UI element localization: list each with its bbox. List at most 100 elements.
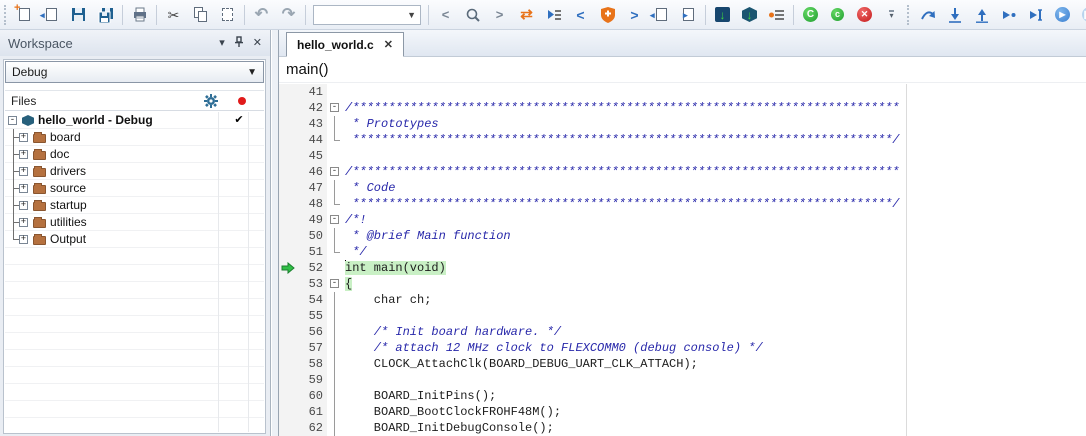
tree-item-source[interactable]: +source xyxy=(5,180,264,197)
run-to-cursor-icon[interactable] xyxy=(1022,2,1049,28)
code-line-47[interactable]: 47 * Code xyxy=(279,180,1086,196)
code-line-48[interactable]: 48 *************************************… xyxy=(279,196,1086,212)
tree-item-utilities[interactable]: +utilities xyxy=(5,214,264,231)
navigate-forward-icon[interactable]: > xyxy=(621,2,648,28)
gutter[interactable]: 54 xyxy=(279,292,327,308)
code-line-49[interactable]: 49-/*! xyxy=(279,212,1086,228)
code-line-41[interactable]: 41 xyxy=(279,84,1086,100)
expand-box-icon[interactable]: + xyxy=(19,201,28,210)
code-line-57[interactable]: 57 /* attach 12 MHz clock to FLEXCOMM0 (… xyxy=(279,340,1086,356)
tree-item-startup[interactable]: +startup xyxy=(5,197,264,214)
gutter[interactable]: 47 xyxy=(279,180,327,196)
search-combobox[interactable]: ▼ xyxy=(313,5,421,25)
tree-item-project[interactable]: -hello_world - Debug✔ xyxy=(5,112,264,129)
stop-build-icon[interactable]: ✕ xyxy=(851,2,878,28)
fold-collapse-icon[interactable]: - xyxy=(330,167,339,176)
code-line-58[interactable]: 58 CLOCK_AttachClk(BOARD_DEBUG_UART_CLK_… xyxy=(279,356,1086,372)
gutter[interactable]: 61 xyxy=(279,404,327,420)
expand-box-icon[interactable]: + xyxy=(19,218,28,227)
code-line-46[interactable]: 46-/************************************… xyxy=(279,164,1086,180)
tree-item-output[interactable]: +Output xyxy=(5,231,264,248)
tree-item-doc[interactable]: +doc xyxy=(5,146,264,163)
fold-collapse-icon[interactable]: - xyxy=(330,103,339,112)
expand-box-icon[interactable]: + xyxy=(19,133,28,142)
copy-icon[interactable] xyxy=(187,2,214,28)
code-line-50[interactable]: 50 * @brief Main function xyxy=(279,228,1086,244)
save-all-icon[interactable] xyxy=(92,2,119,28)
gutter[interactable]: 52 xyxy=(279,260,327,276)
download-and-debug-icon[interactable]: ↓ xyxy=(709,2,736,28)
new-document-icon[interactable]: + xyxy=(11,2,38,28)
code-line-56[interactable]: 56 /* Init board hardware. */ xyxy=(279,324,1086,340)
print-icon[interactable] xyxy=(126,2,153,28)
code-line-42[interactable]: 42-/************************************… xyxy=(279,100,1086,116)
code-line-44[interactable]: 44 *************************************… xyxy=(279,132,1086,148)
step-out-icon[interactable] xyxy=(968,2,995,28)
tab-close-icon[interactable]: ✕ xyxy=(384,38,393,51)
gutter[interactable]: 42 xyxy=(279,100,327,116)
gutter[interactable]: 43 xyxy=(279,116,327,132)
expand-box-icon[interactable]: + xyxy=(19,184,28,193)
find-previous-icon[interactable]: < xyxy=(432,2,459,28)
code-line-52[interactable]: 52int main(void) xyxy=(279,260,1086,276)
gutter[interactable]: 44 xyxy=(279,132,327,148)
paste-icon[interactable] xyxy=(214,2,241,28)
code-line-62[interactable]: 62 BOARD_InitDebugConsole(); xyxy=(279,420,1086,436)
gutter[interactable]: 53 xyxy=(279,276,327,292)
gutter[interactable]: 48 xyxy=(279,196,327,212)
gutter[interactable]: 50 xyxy=(279,228,327,244)
find-in-files-icon[interactable] xyxy=(540,2,567,28)
next-bookmark-icon[interactable]: ▸ xyxy=(675,2,702,28)
code-line-43[interactable]: 43 * Prototypes xyxy=(279,116,1086,132)
step-into-icon[interactable] xyxy=(941,2,968,28)
find-next-icon[interactable]: > xyxy=(486,2,513,28)
gutter[interactable]: 58 xyxy=(279,356,327,372)
expand-box-icon[interactable]: + xyxy=(19,167,28,176)
tree-item-drivers[interactable]: +drivers xyxy=(5,163,264,180)
function-context-bar[interactable]: main() xyxy=(279,57,1086,83)
overflow-chevron-icon[interactable]: ▾ xyxy=(878,2,905,28)
gutter[interactable]: 62 xyxy=(279,420,327,436)
search-icon[interactable] xyxy=(459,2,486,28)
undo-icon[interactable]: ↶ xyxy=(248,2,275,28)
make-list-icon[interactable] xyxy=(763,2,790,28)
previous-bookmark-icon[interactable]: ◂ xyxy=(648,2,675,28)
gutter[interactable]: 55 xyxy=(279,308,327,324)
expand-box-icon[interactable]: + xyxy=(19,150,28,159)
cut-icon[interactable]: ✂ xyxy=(160,2,187,28)
replace-icon[interactable]: ⇄ xyxy=(513,2,540,28)
code-area[interactable]: 4142-/**********************************… xyxy=(279,84,1086,436)
build-config-selector[interactable]: Debug ▼ xyxy=(5,61,264,83)
open-document-icon[interactable]: ◂ xyxy=(38,2,65,28)
redo-icon[interactable]: ↷ xyxy=(275,2,302,28)
save-icon[interactable] xyxy=(65,2,92,28)
break-icon[interactable]: ❙❙ xyxy=(1076,2,1086,28)
go-icon[interactable]: ▶ xyxy=(1049,2,1076,28)
gutter[interactable]: 56 xyxy=(279,324,327,340)
collapse-box-icon[interactable]: - xyxy=(8,116,17,125)
code-line-61[interactable]: 61 BOARD_BootClockFROHF48M(); xyxy=(279,404,1086,420)
gutter[interactable]: 60 xyxy=(279,388,327,404)
tree-item-board[interactable]: +board xyxy=(5,129,264,146)
debug-without-download-icon[interactable]: ↓ xyxy=(736,2,763,28)
gutter[interactable]: 45 xyxy=(279,148,327,164)
gear-icon[interactable] xyxy=(204,94,218,108)
make-icon[interactable]: c xyxy=(824,2,851,28)
code-line-59[interactable]: 59 xyxy=(279,372,1086,388)
fold-collapse-icon[interactable]: - xyxy=(330,215,339,224)
fold-collapse-icon[interactable]: - xyxy=(330,279,339,288)
step-over-icon[interactable] xyxy=(914,2,941,28)
expand-box-icon[interactable]: + xyxy=(19,235,28,244)
tab-hello-world-c[interactable]: hello_world.c ✕ xyxy=(286,32,404,57)
gutter[interactable]: 57 xyxy=(279,340,327,356)
toggle-bookmark-icon[interactable] xyxy=(594,2,621,28)
pin-icon[interactable] xyxy=(234,36,244,50)
gutter[interactable]: 59 xyxy=(279,372,327,388)
close-panel-icon[interactable]: ✕ xyxy=(253,38,262,49)
panel-menu-caret-icon[interactable]: ▾ xyxy=(219,38,225,49)
code-line-55[interactable]: 55 xyxy=(279,308,1086,324)
gutter[interactable]: 41 xyxy=(279,84,327,100)
compile-icon[interactable]: C xyxy=(797,2,824,28)
gutter[interactable]: 46 xyxy=(279,164,327,180)
gutter[interactable]: 51 xyxy=(279,244,327,260)
